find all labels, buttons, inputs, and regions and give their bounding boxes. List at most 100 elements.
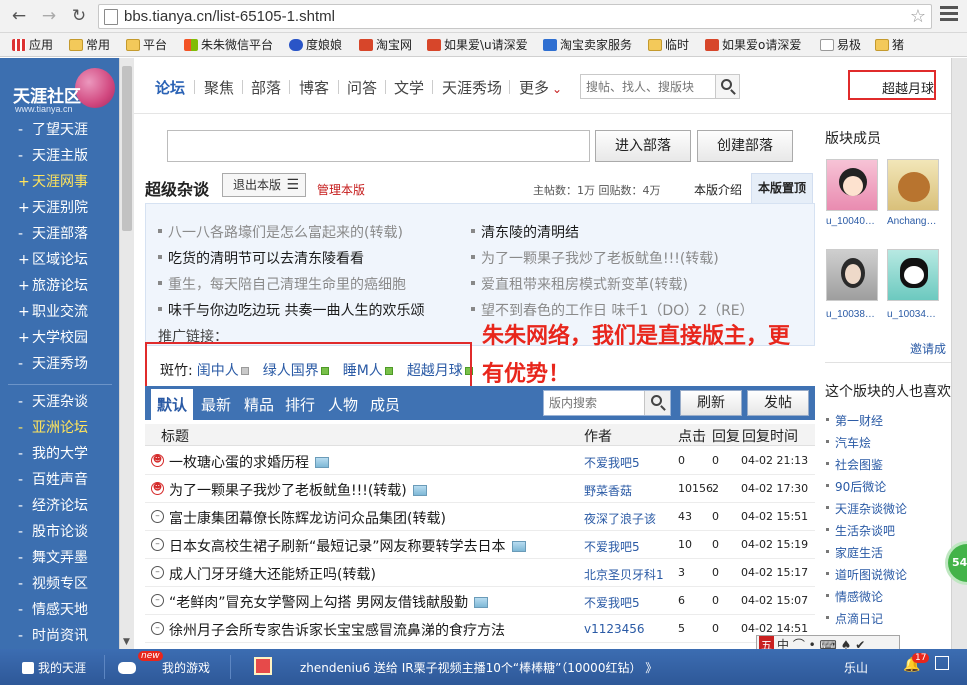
invite-link[interactable]: 邀请成	[910, 340, 946, 357]
sidebar-item[interactable]: - 了望天涯	[18, 120, 88, 140]
member-name[interactable]: u_10034…	[887, 309, 936, 320]
search-button[interactable]	[715, 75, 739, 98]
sidebar-item[interactable]: + 区域论坛	[18, 250, 88, 270]
tab-intro[interactable]: 本版介绍	[694, 181, 742, 198]
nav-more[interactable]: 更多 ⌄	[519, 77, 562, 98]
post-title-link[interactable]: 一枚瑭心蛋的求婚历程	[169, 452, 329, 472]
sidebar-item[interactable]: - 天涯杂谈	[18, 392, 88, 412]
pinned-post[interactable]: 重生，每天陪自己清理生命里的癌细胞	[158, 274, 406, 294]
member-name[interactable]: u_10040…	[826, 216, 875, 227]
fullscreen-icon[interactable]	[935, 656, 949, 670]
related-forum-link[interactable]: 社会图鉴	[825, 456, 883, 473]
nav-focus[interactable]: 聚焦	[204, 77, 234, 98]
sidebar-item[interactable]: - 舞文弄墨	[18, 548, 88, 568]
manage-forum-link[interactable]: 管理本版	[317, 181, 365, 198]
reload-icon[interactable]: ↻	[68, 5, 90, 27]
related-forum-link[interactable]: 第一财经	[825, 412, 883, 429]
menu-icon[interactable]	[940, 6, 958, 26]
sidebar-item[interactable]: - 经济论坛	[18, 496, 88, 516]
sidebar-item[interactable]: - 股市论谈	[18, 522, 88, 542]
bookmark-link[interactable]: 如果爱\u请深爱	[427, 36, 528, 54]
pinned-post[interactable]: 八一八各路壕们是怎么富起来的(转载)	[158, 222, 403, 242]
sidebar-item[interactable]: - 时尚资讯	[18, 626, 88, 646]
post-title-link[interactable]: 成人门牙牙缝大还能矫正吗(转载)	[169, 564, 376, 584]
sidebar-item[interactable]: - 天涯部落	[18, 224, 88, 244]
sidebar-item[interactable]: - 天涯秀场	[18, 354, 88, 374]
nav-show[interactable]: 天涯秀场	[442, 77, 502, 98]
related-forum-link[interactable]: 情感微论	[825, 588, 883, 605]
my-games-link[interactable]: 我的游戏	[118, 659, 210, 676]
bookmark-link[interactable]: 如果爱o请深爱	[705, 36, 801, 54]
tab-featured[interactable]: 精品	[244, 394, 274, 415]
exit-forum-button[interactable]: 退出本版 ☰	[222, 173, 306, 197]
pinned-post[interactable]: 吃货的清明节可以去清东陵看看	[158, 248, 364, 268]
tab-people[interactable]: 人物	[328, 394, 358, 415]
back-icon[interactable]: ←	[8, 5, 30, 27]
bookmark-link[interactable]: 朱朱微信平台	[184, 36, 273, 54]
forum-search-button[interactable]	[644, 391, 670, 415]
nav-forum[interactable]: 论坛	[155, 77, 185, 98]
table-row[interactable]: – 富士康集团幕僚长陈辉龙访问众品集团(转载) 夜深了浪子该 43 0 04-02 15:…	[145, 503, 815, 531]
scroll-down-icon[interactable]: ▼	[123, 637, 130, 647]
forum-search-input[interactable]	[544, 391, 644, 415]
post-title-link[interactable]: 富士康集团幕僚长陈辉龙访问众品集团(转载)	[169, 508, 446, 528]
related-forum-link[interactable]: 汽车烩	[825, 434, 871, 451]
my-tianya-link[interactable]: 我的天涯	[22, 659, 86, 676]
sidebar-item[interactable]: - 天涯主版	[18, 146, 88, 166]
related-forum-link[interactable]: 点滴日记	[825, 610, 883, 627]
bookmark-folder[interactable]: 平台	[126, 36, 167, 54]
related-forum-link[interactable]: 家庭生活	[825, 544, 883, 561]
gift-ticker[interactable]: zhendeniu6 送给 IR栗子视频主播10个“棒棒糖”（10000红钻） …	[300, 659, 657, 676]
sidebar-item[interactable]: - 情感天地	[18, 600, 88, 620]
sidebar-item[interactable]: - 视频专区	[18, 574, 88, 594]
nav-tribe[interactable]: 部落	[251, 77, 281, 98]
gift-icon[interactable]	[254, 657, 272, 675]
pinned-post[interactable]: 清东陵的清明结	[471, 222, 579, 242]
address-bar[interactable]: bbs.tianya.cn/list-65105-1.shtml ☆	[98, 4, 932, 29]
sidebar-item[interactable]: + 旅游论坛	[18, 276, 88, 296]
sidebar-item[interactable]: - 我的大学	[18, 444, 88, 464]
sidebar-item[interactable]: - 百姓声音	[18, 470, 88, 490]
author-link[interactable]: 不爱我吧5	[584, 454, 640, 471]
create-tribe-button[interactable]: 创建部落	[697, 130, 793, 162]
bookmark-folder[interactable]: 常用	[69, 36, 110, 54]
bookmark-link[interactable]: 度娘娘	[289, 36, 342, 54]
sidebar-item[interactable]: - 亚洲论坛	[18, 418, 88, 438]
bookmark-link[interactable]: 淘宝网	[359, 36, 412, 54]
author-link[interactable]: 不爱我吧5	[584, 594, 640, 611]
tab-ranking[interactable]: 排行	[285, 394, 315, 415]
tianya-logo[interactable]: 天涯社区 www.tianya.cn	[9, 68, 115, 114]
pinned-post[interactable]: 为了一颗果子我炒了老板鱿鱼!!!(转载)	[471, 248, 719, 268]
table-row[interactable]: ☻ 为了一颗果子我炒了老板鱿鱼!!!(转载) 野菜香菇 10156 2 04-02 17:…	[145, 475, 815, 503]
tab-default[interactable]: 默认	[151, 389, 194, 420]
member-name[interactable]: Anchang…	[887, 216, 936, 227]
sidebar-item[interactable]: + 天涯别院	[18, 198, 88, 218]
tab-pinned[interactable]: 本版置顶	[751, 173, 813, 203]
pinned-post[interactable]: 望不到春色的工作日 味千1（DO）2（RE）	[471, 300, 754, 320]
related-forum-link[interactable]: 90后微论	[825, 478, 886, 495]
table-row[interactable]: – 成人门牙牙缝大还能矫正吗(转载) 北京圣贝牙科1 3 0 04-02 15:17	[145, 559, 815, 587]
sidebar-item[interactable]: + 职业交流	[18, 302, 88, 322]
member-name[interactable]: u_10038…	[826, 309, 875, 320]
bookmark-folder[interactable]: 临时	[648, 36, 689, 54]
author-link[interactable]: 不爱我吧5	[584, 538, 640, 555]
pinned-post[interactable]: 爱直租带来租房模式新变革(转载)	[471, 274, 688, 294]
address-url[interactable]: bbs.tianya.cn/list-65105-1.shtml	[124, 8, 335, 25]
bookmark-star-icon[interactable]: ☆	[910, 6, 926, 27]
nav-literature[interactable]: 文学	[394, 77, 424, 98]
author-link[interactable]: 北京圣贝牙科1	[584, 566, 664, 583]
refresh-button[interactable]: 刷新	[680, 390, 742, 416]
post-title-link[interactable]: 为了一颗果子我炒了老板鱿鱼!!!(转载)	[169, 480, 427, 500]
site-search-input[interactable]	[581, 75, 713, 98]
author-link[interactable]: v1123456	[584, 622, 645, 636]
sidebar-scrollbar[interactable]: ▼	[119, 58, 134, 649]
nav-qa[interactable]: 问答	[347, 77, 377, 98]
scrollbar-thumb[interactable]	[122, 66, 132, 231]
tab-latest[interactable]: 最新	[201, 394, 231, 415]
bookmark-link[interactable]: 易极	[820, 36, 861, 54]
member-avatar[interactable]	[826, 249, 878, 301]
table-row[interactable]: ☻ 一枚瑭心蛋的求婚历程 不爱我吧5 0 0 04-02 21:13	[145, 447, 815, 475]
table-row[interactable]: – “老鲜肉”冒充女学警网上勾搭 男网友借钱献殷勤 不爱我吧5 6 0 04-02 15:…	[145, 587, 815, 615]
related-forum-link[interactable]: 道听图说微论	[825, 566, 907, 583]
author-link[interactable]: 野菜香菇	[584, 482, 632, 499]
